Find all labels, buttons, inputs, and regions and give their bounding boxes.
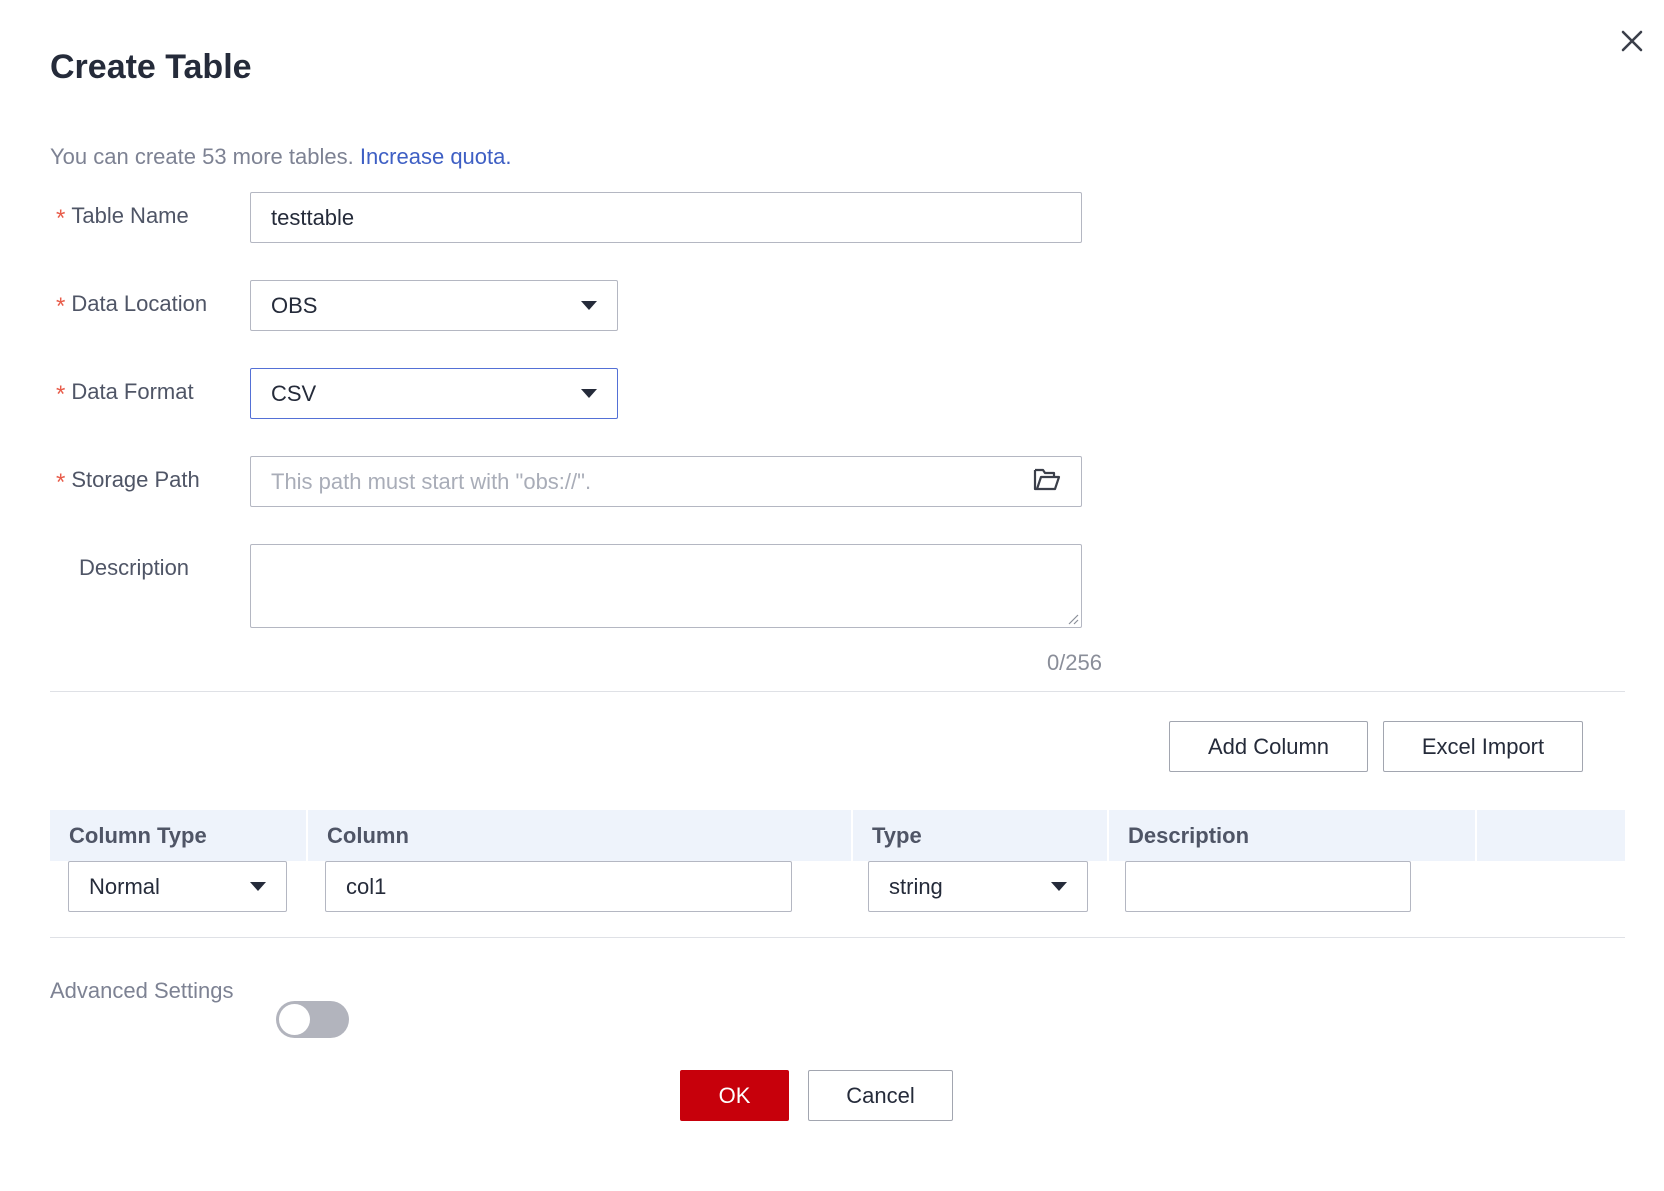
chevron-down-icon [581,301,597,310]
header-column-type: Column Type [69,822,207,848]
header-column: Column [327,822,409,848]
column-name-value: col1 [346,873,387,899]
required-marker: * [56,469,66,496]
table-name-input[interactable]: testtable [250,192,1082,243]
increase-quota-link[interactable]: Increase quota. [360,144,512,169]
storage-path-label-text: Storage Path [71,467,200,492]
columns-table-header: Column Type Column Type Description [50,810,1625,861]
header-separator [1475,810,1477,861]
column-type-select[interactable]: Normal [68,861,287,912]
data-format-select[interactable]: CSV [250,368,618,419]
required-marker: * [56,293,66,320]
toggle-knob [279,1004,310,1035]
cancel-button[interactable]: Cancel [808,1070,953,1121]
column-description-input[interactable] [1125,861,1411,912]
required-marker: * [56,381,66,408]
advanced-settings-label: Advanced Settings [50,978,234,1003]
advanced-settings-toggle[interactable] [276,1001,349,1038]
storage-path-input[interactable]: This path must start with "obs://". [250,456,1082,507]
data-format-label: * Data Format [56,378,194,408]
data-format-value: CSV [271,380,317,406]
column-type-value: Normal [89,873,160,899]
column-name-input[interactable]: col1 [325,861,792,912]
excel-import-button[interactable]: Excel Import [1383,721,1583,772]
quota-text: You can create 53 more tables. [50,144,360,169]
data-location-label: * Data Location [56,290,208,320]
table-name-label-text: Table Name [71,203,189,228]
description-char-counter: 0/256 [1046,650,1102,675]
resize-handle-icon[interactable] [1067,613,1079,625]
table-bottom-divider [50,937,1625,938]
section-divider [50,691,1625,692]
column-data-type-select[interactable]: string [868,861,1088,912]
storage-path-placeholder: This path must start with "obs://". [271,468,592,494]
data-format-label-text: Data Format [71,379,194,404]
column-data-type-value: string [889,873,943,899]
table-name-value: testtable [271,204,355,230]
storage-path-label: * Storage Path [56,466,200,496]
data-location-value: OBS [271,292,318,318]
table-name-label: * Table Name [56,202,189,232]
ok-button[interactable]: OK [680,1070,789,1121]
data-location-select[interactable]: OBS [250,280,618,331]
chevron-down-icon [581,389,597,398]
data-location-label-text: Data Location [71,291,208,316]
dialog-title: Create Table [50,48,252,86]
required-marker: * [56,205,66,232]
header-description: Description [1128,822,1250,848]
description-field[interactable] [250,544,1082,628]
chevron-down-icon [250,882,266,891]
chevron-down-icon [1051,882,1067,891]
quota-message: You can create 53 more tables. Increase … [50,144,512,170]
folder-open-icon[interactable] [1033,466,1061,498]
add-column-button[interactable]: Add Column [1169,721,1368,772]
description-textarea[interactable] [250,544,1082,628]
description-label: Description [79,555,190,580]
header-type: Type [872,822,922,848]
close-icon[interactable] [1617,26,1647,56]
